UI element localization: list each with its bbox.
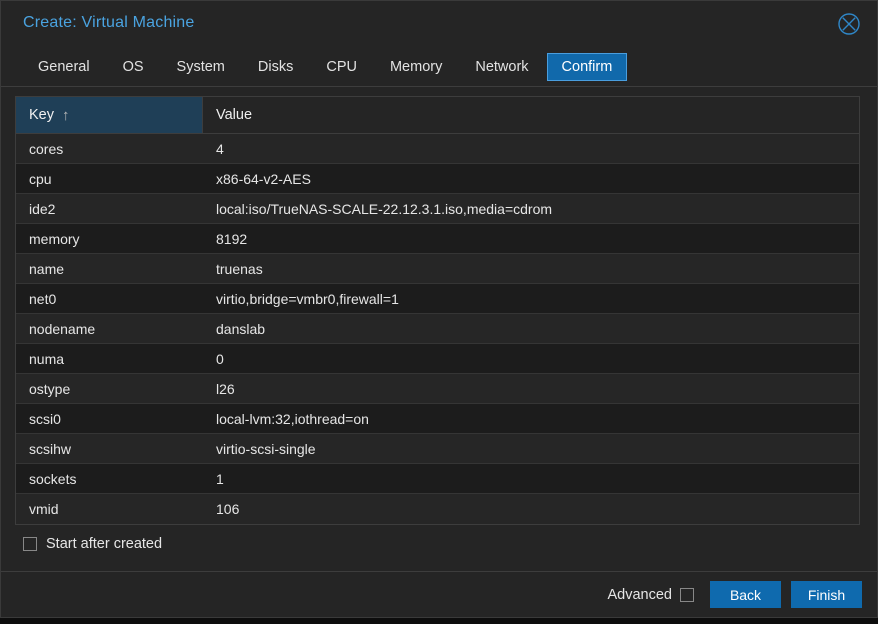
close-icon[interactable] [836,11,862,37]
wizard-tabbar: General OS System Disks CPU Memory Netwo… [1,47,877,87]
tab-disks[interactable]: Disks [243,53,308,81]
advanced-label: Advanced [607,586,673,603]
row-key: memory [29,230,80,247]
tab-cpu[interactable]: CPU [311,53,372,81]
column-header-value[interactable]: Value [203,97,859,133]
back-button[interactable]: Back [710,581,781,608]
row-key: scsihw [29,440,72,457]
dialog-header: Create: Virtual Machine [1,1,877,47]
table-row[interactable]: ostype l26 [16,374,859,404]
row-value: local:iso/TrueNAS-SCALE-22.12.3.1.iso,me… [216,200,553,217]
dialog-footer: Advanced Back Finish [1,571,877,617]
row-value: danslab [216,320,266,337]
table-row[interactable]: scsihw virtio-scsi-single [16,434,859,464]
table-row[interactable]: nodename danslab [16,314,859,344]
row-key: name [29,260,65,277]
start-after-created-label: Start after created [46,536,163,552]
row-value: virtio-scsi-single [216,440,316,457]
sort-ascending-icon: ↑ [62,106,70,124]
row-key: numa [29,350,65,367]
row-key: ide2 [29,200,56,217]
grid-body: cores 4 cpu x86-64-v2-AES ide2 local:iso… [16,134,859,524]
tab-network[interactable]: Network [460,53,543,81]
table-row[interactable]: net0 virtio,bridge=vmbr0,firewall=1 [16,284,859,314]
row-key: nodename [29,320,96,337]
row-key: cpu [29,170,52,187]
row-value: 1 [216,470,224,487]
row-key: ostype [29,380,71,397]
table-row[interactable]: sockets 1 [16,464,859,494]
row-value: 0 [216,350,224,367]
row-value: virtio,bridge=vmbr0,firewall=1 [216,290,399,307]
table-row[interactable]: cpu x86-64-v2-AES [16,164,859,194]
column-header-value-label: Value [216,107,253,123]
table-row[interactable]: numa 0 [16,344,859,374]
tab-confirm[interactable]: Confirm [546,52,628,81]
advanced-checkbox[interactable] [680,587,694,602]
row-key: cores [29,140,64,157]
table-row[interactable]: ide2 local:iso/TrueNAS-SCALE-22.12.3.1.i… [16,194,859,224]
table-row[interactable]: name truenas [16,254,859,284]
column-header-key-label: Key [29,107,54,123]
row-value: local-lvm:32,iothread=on [216,410,369,427]
tab-general[interactable]: General [23,53,105,81]
table-row[interactable]: scsi0 local-lvm:32,iothread=on [16,404,859,434]
grid-header-row: Key ↑ Value [16,97,859,134]
table-row[interactable]: cores 4 [16,134,859,164]
row-key: sockets [29,470,77,487]
table-row[interactable]: vmid 106 [16,494,859,524]
row-value: 8192 [216,230,248,247]
row-value: 106 [216,501,240,517]
row-value: l26 [216,380,235,397]
tab-os[interactable]: OS [108,53,159,81]
start-after-created-row: Start after created [15,525,864,552]
row-value: 4 [216,140,224,157]
dialog-title: Create: Virtual Machine [23,14,195,31]
row-value: x86-64-v2-AES [216,170,311,187]
row-key: scsi0 [29,410,61,427]
tab-memory[interactable]: Memory [375,53,457,81]
column-header-key[interactable]: Key ↑ [16,97,203,133]
table-row[interactable]: memory 8192 [16,224,859,254]
tab-system[interactable]: System [162,53,240,81]
row-value: truenas [216,260,263,277]
summary-grid: Key ↑ Value cores 4 cpu x86-64-v2-AES id… [15,96,860,525]
dialog-body: Key ↑ Value cores 4 cpu x86-64-v2-AES id… [1,87,877,571]
finish-button[interactable]: Finish [791,581,862,608]
start-after-created-checkbox[interactable] [23,537,37,551]
row-key: vmid [29,501,59,517]
advanced-toggle-group: Advanced [607,586,694,603]
create-virtual-machine-dialog: Create: Virtual Machine General OS Syste… [0,0,878,618]
row-key: net0 [29,290,57,307]
